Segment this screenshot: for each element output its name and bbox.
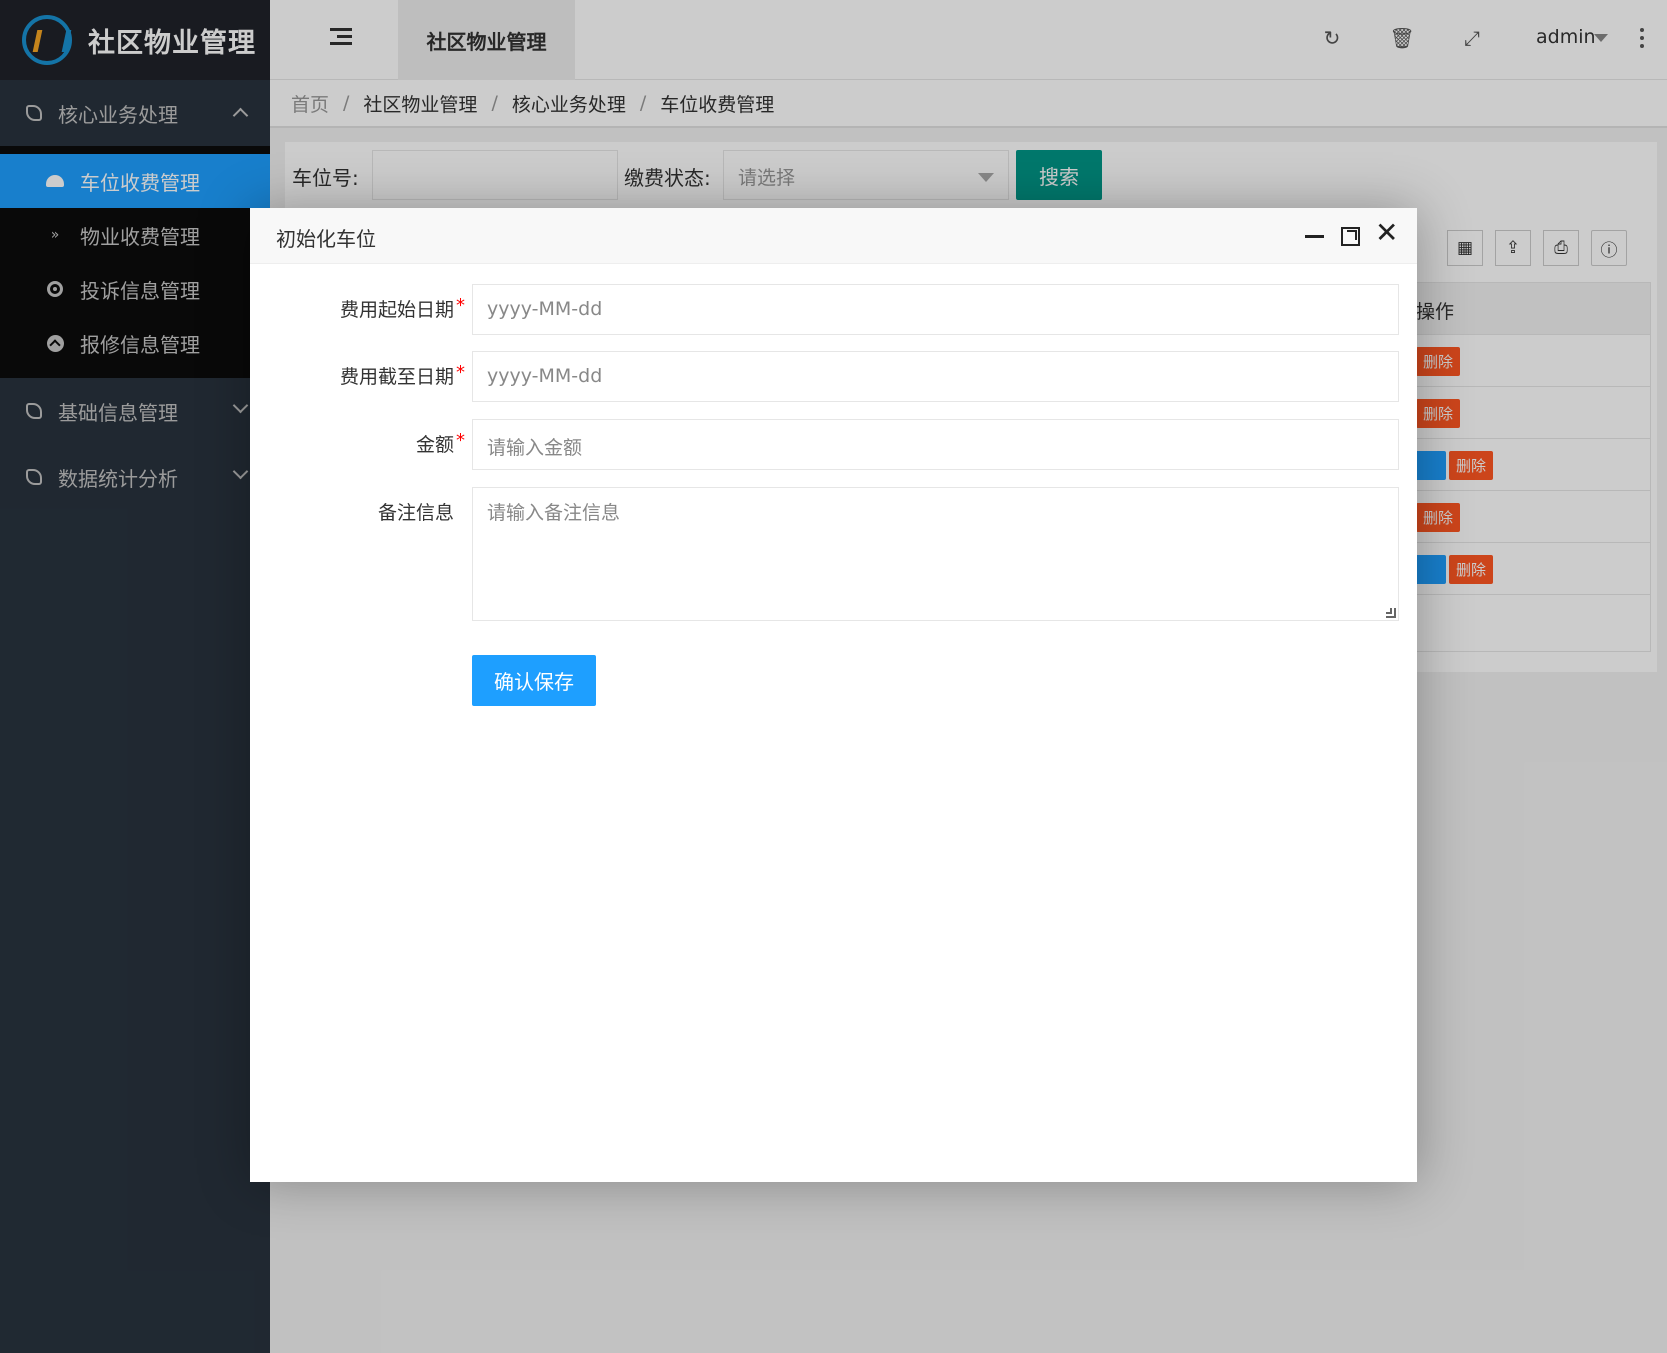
amount-input[interactable]: 请输入金额 — [472, 419, 1399, 470]
note-placeholder: 请输入备注信息 — [487, 502, 621, 524]
note-textarea[interactable]: 请输入备注信息 — [472, 487, 1399, 621]
end-date-input[interactable]: yyyy-MM-dd — [472, 351, 1399, 402]
note-label: 备注信息 — [377, 502, 454, 524]
resize-handle-icon[interactable] — [1386, 608, 1396, 618]
required-mark: * — [456, 430, 465, 451]
end-date-label: 费用截至日期 — [339, 366, 454, 388]
save-button[interactable]: 确认保存 — [472, 655, 596, 706]
start-date-input[interactable]: yyyy-MM-dd — [472, 284, 1399, 335]
close-icon[interactable]: ✕ — [1375, 219, 1398, 247]
required-mark: * — [456, 295, 465, 316]
amount-label: 金额 — [415, 434, 454, 456]
modal-header: 初始化车位 ✕ — [250, 208, 1417, 264]
minimize-icon[interactable] — [1305, 235, 1324, 238]
required-mark: * — [456, 362, 465, 383]
init-parking-modal: 初始化车位 ✕ 费用起始日期 * yyyy-MM-dd 费用截至日期 * yyy… — [250, 208, 1417, 1182]
maximize-icon[interactable] — [1341, 227, 1360, 246]
modal-title: 初始化车位 — [276, 227, 376, 251]
start-date-label: 费用起始日期 — [339, 299, 454, 321]
